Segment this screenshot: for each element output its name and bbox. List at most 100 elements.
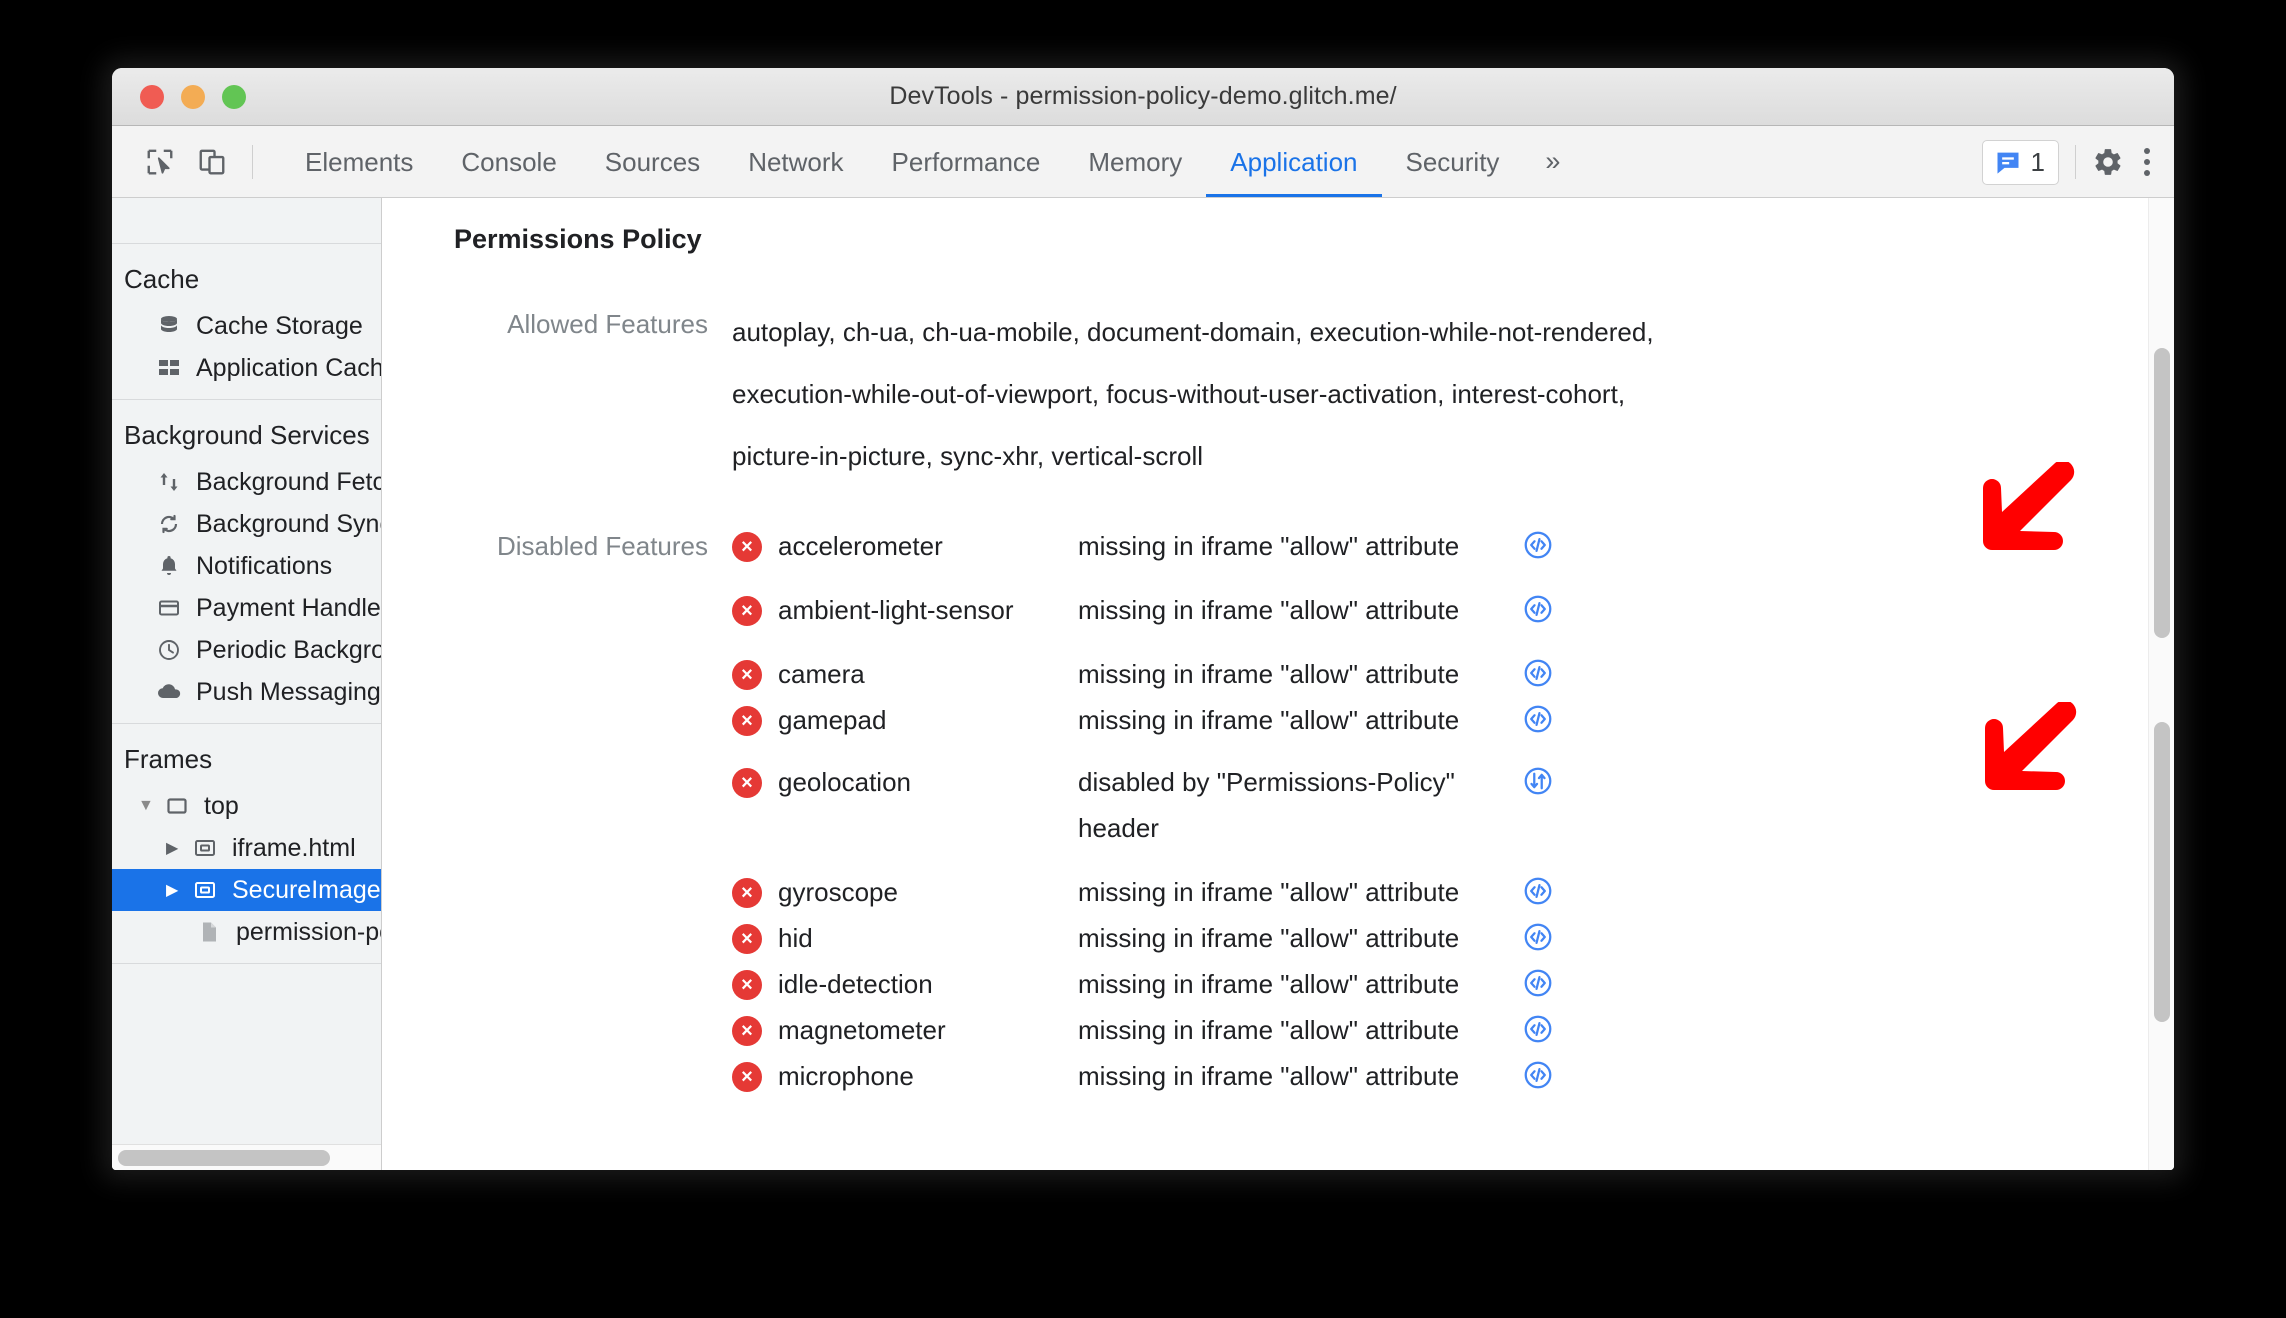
sidebar-item-label: Payment Handler — [196, 593, 381, 622]
disabled-feature-row: × hid missing in iframe "allow" attribut… — [732, 915, 2162, 961]
chevron-right-icon[interactable]: ▶ — [166, 880, 188, 900]
feature-name: ambient-light-sensor — [778, 595, 1014, 625]
status-badge: × — [732, 869, 778, 908]
permissions-policy-panel: Permissions Policy Allowed Features auto… — [382, 198, 2174, 1170]
feature-reason: missing in iframe "allow" attribute — [1078, 595, 1460, 625]
disabled-feature-row: × accelerometer missing in iframe "allow… — [732, 523, 2162, 569]
feature-name: microphone — [778, 1061, 914, 1091]
main-vertical-scroll-thumb-upper[interactable] — [2154, 348, 2170, 638]
tab-memory[interactable]: Memory — [1064, 127, 1206, 197]
reveal-in-elements-button[interactable] — [1508, 697, 1568, 735]
sidebar-item-frame-secureimage[interactable]: ▶ SecureImage — [112, 869, 381, 911]
up-down-arrows-icon — [154, 467, 184, 497]
code-icon — [1524, 1015, 1552, 1043]
more-tabs-chevron-icon[interactable]: » — [1523, 146, 1582, 177]
sidebar-item-application-cache[interactable]: Application Cache — [112, 347, 381, 389]
sidebar-item-label: Background Fetch — [196, 467, 381, 496]
sidebar-item-label: Notifications — [196, 551, 333, 580]
inspect-element-icon[interactable] — [134, 136, 186, 188]
reveal-in-elements-button[interactable] — [1508, 523, 1568, 561]
sidebar-item-label: Periodic Backgroun — [196, 635, 381, 664]
reveal-in-elements-button[interactable] — [1508, 961, 1568, 999]
tab-security[interactable]: Security — [1382, 127, 1524, 197]
devtools-body: Cache Cache Storage Application Cache Ba… — [112, 198, 2174, 1170]
allowed-features-line: picture-in-picture, sync-xhr, vertical-s… — [732, 441, 1204, 471]
sidebar-horizontal-scrollbar[interactable] — [112, 1144, 381, 1170]
clock-icon — [154, 635, 184, 665]
sidebar-horizontal-scroll-thumb[interactable] — [118, 1150, 330, 1166]
reveal-in-elements-button[interactable] — [1508, 1053, 1568, 1091]
sidebar-section-title-background-services: Background Services — [124, 420, 370, 450]
sidebar-item-frame-iframe-html[interactable]: ▶ iframe.html — [112, 827, 381, 869]
error-icon: × — [732, 706, 762, 736]
tab-console[interactable]: Console — [437, 127, 580, 197]
reveal-in-elements-button[interactable] — [1508, 651, 1568, 689]
more-options-icon[interactable] — [2144, 148, 2150, 176]
disabled-feature-row: × magnetometer missing in iframe "allow"… — [732, 1007, 2162, 1053]
disabled-feature-row: × gyroscope missing in iframe "allow" at… — [732, 869, 2162, 915]
tab-elements[interactable]: Elements — [281, 127, 437, 197]
cloud-icon — [154, 677, 184, 707]
device-toolbar-icon[interactable] — [186, 136, 238, 188]
allowed-features-line: execution-while-out-of-viewport, focus-w… — [732, 379, 1626, 409]
reveal-in-elements-button[interactable] — [1508, 915, 1568, 953]
error-icon: × — [732, 1062, 762, 1092]
console-messages-button[interactable]: 1 — [1981, 139, 2059, 185]
feature-reason: disabled by "Permissions-Policy" header — [1078, 767, 1455, 843]
tab-application[interactable]: Application — [1206, 127, 1381, 197]
sidebar-item-cache-storage[interactable]: Cache Storage — [112, 305, 381, 347]
sidebar-item-background-fetch[interactable]: Background Fetch — [112, 461, 381, 503]
sidebar-item-label: SecureImage — [232, 875, 381, 904]
code-icon — [1524, 1061, 1552, 1089]
allowed-features-line: autoplay, ch-ua, ch-ua-mobile, document-… — [732, 317, 1654, 347]
tab-performance[interactable]: Performance — [868, 127, 1065, 197]
main-vertical-scrollbar[interactable] — [2148, 198, 2174, 1170]
arrow-pointing-network-icon-geolocation — [1952, 702, 2082, 827]
reveal-in-elements-button[interactable] — [1508, 869, 1568, 907]
code-icon — [1524, 531, 1552, 559]
gear-icon[interactable] — [2092, 146, 2124, 178]
feature-name: gyroscope — [778, 877, 898, 907]
error-icon: × — [732, 970, 762, 1000]
main-vertical-scroll-thumb-lower[interactable] — [2154, 722, 2170, 1022]
console-message-count: 1 — [2030, 146, 2045, 177]
chevron-down-icon[interactable]: ▼ — [138, 797, 160, 815]
sidebar-item-label: iframe.html — [232, 833, 356, 862]
toolbar-right-actions: 1 — [1981, 126, 2156, 198]
chevron-right-icon[interactable]: ▶ — [166, 838, 188, 858]
tab-network[interactable]: Network — [724, 127, 867, 197]
tab-sources[interactable]: Sources — [581, 127, 724, 197]
status-badge: × — [732, 587, 778, 626]
status-badge: × — [732, 651, 778, 690]
sidebar-item-label: Background Sync — [196, 509, 381, 538]
iframe-icon — [190, 875, 220, 905]
feature-name: idle-detection — [778, 969, 933, 999]
sidebar-item-resource-permission-policy[interactable]: permission-policy — [112, 911, 381, 953]
toolbar-right-divider — [2075, 145, 2076, 179]
error-icon: × — [732, 532, 762, 562]
code-icon — [1524, 705, 1552, 733]
reveal-in-elements-button[interactable] — [1508, 587, 1568, 625]
error-icon: × — [732, 924, 762, 954]
feature-reason: missing in iframe "allow" attribute — [1078, 1061, 1460, 1091]
code-icon — [1524, 877, 1552, 905]
feature-name: gamepad — [778, 705, 887, 735]
code-icon — [1524, 923, 1552, 951]
sidebar-item-periodic-background-sync[interactable]: Periodic Backgroun — [112, 629, 381, 671]
disabled-features-row: Disabled Features × accelerometer missin… — [454, 523, 2174, 1099]
reveal-in-elements-button[interactable] — [1508, 1007, 1568, 1045]
sync-icon — [154, 509, 184, 539]
sidebar-item-notifications[interactable]: Notifications — [112, 545, 381, 587]
sidebar-item-label: Push Messaging — [196, 677, 381, 706]
sidebar-item-label: permission-policy — [236, 917, 381, 946]
sidebar-item-push-messaging[interactable]: Push Messaging — [112, 671, 381, 713]
sidebar-item-background-sync[interactable]: Background Sync — [112, 503, 381, 545]
status-badge: × — [732, 1007, 778, 1046]
feature-reason: missing in iframe "allow" attribute — [1078, 705, 1460, 735]
sidebar-item-payment-handler[interactable]: Payment Handler — [112, 587, 381, 629]
reveal-in-network-button[interactable] — [1508, 759, 1568, 797]
sidebar-item-label: top — [204, 791, 239, 820]
allowed-features-label: Allowed Features — [507, 309, 708, 339]
sidebar-item-frame-top[interactable]: ▼ top — [112, 785, 381, 827]
panel-content: Permissions Policy Allowed Features auto… — [382, 198, 2174, 1099]
